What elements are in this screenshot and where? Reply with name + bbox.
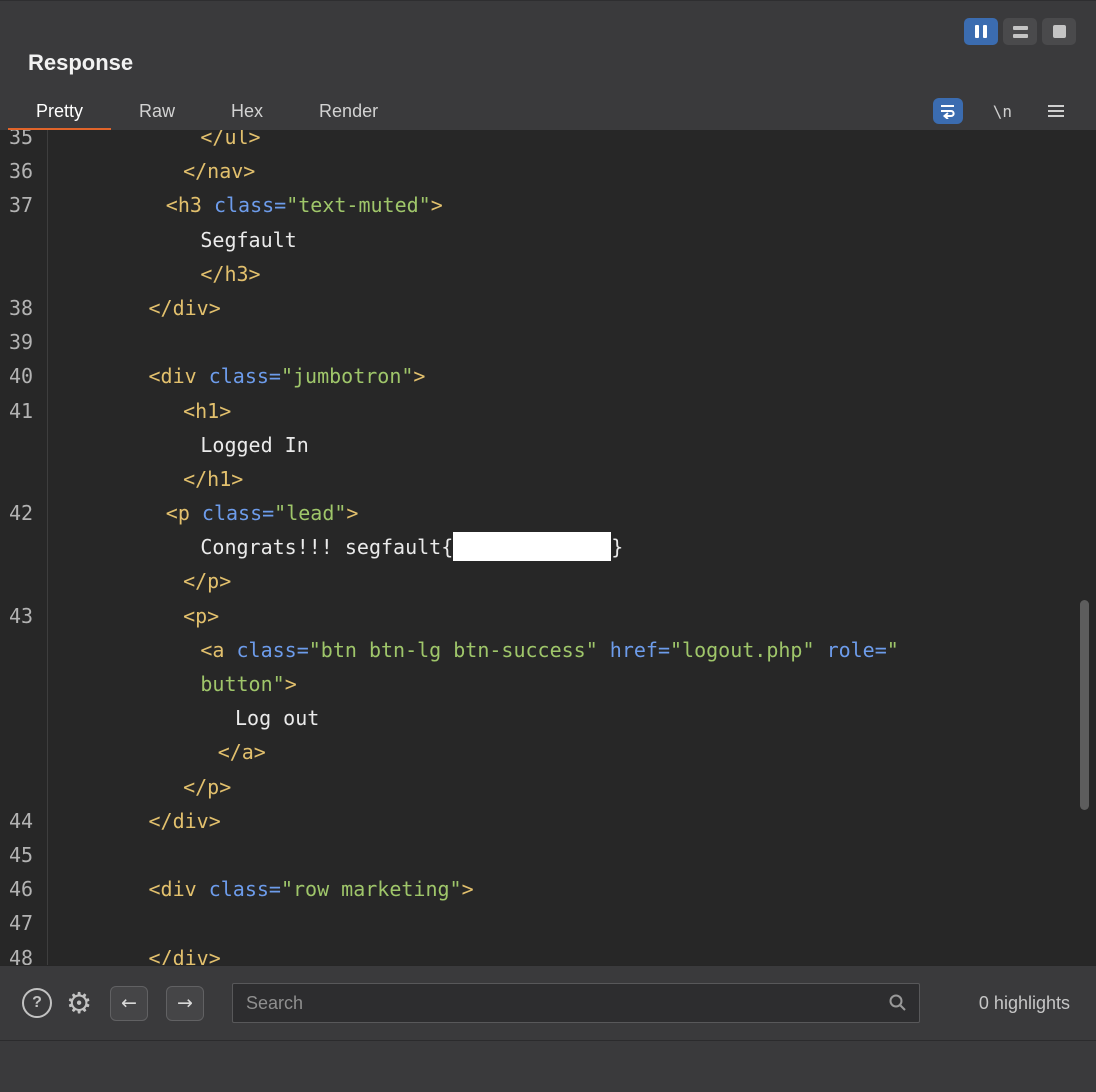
line-number [0,735,48,770]
code-line: <a class="btn btn-lg btn-success" href="… [0,632,1096,667]
help-button[interactable]: ? [22,988,52,1018]
line-number [0,530,48,565]
code-line: Congrats!!! segfault{} [0,530,1096,565]
code-line: 37 <h3 class="text-muted"> [0,188,1096,223]
line-number: 35 [0,130,48,155]
redaction-box [453,532,612,562]
code-line: 38 </div> [0,290,1096,326]
editor-menu-button[interactable] [1048,105,1064,117]
line-number [0,564,48,599]
search-toolbar: ? ⚙ ← → 0 highlights [0,965,1096,1040]
code-line: </a> [0,735,1096,770]
rows-layout-icon [1012,25,1028,38]
line-number: 47 [0,906,48,941]
code-line: Segfault [0,222,1096,257]
line-number [0,461,48,497]
line-number: 36 [0,154,48,189]
response-view-tabs: Pretty Raw Hex Render [0,91,1096,131]
search-icon [889,994,906,1011]
word-wrap-icon [940,105,955,119]
code-line: 48 </div> [0,940,1096,965]
tab-pretty[interactable]: Pretty [8,91,112,131]
code-line: </h1> [0,461,1096,497]
word-wrap-button[interactable] [932,98,963,124]
panel-title: Response [28,50,134,75]
layout-columns-button[interactable] [964,18,998,45]
bottom-strip [0,1040,1096,1092]
gear-icon: ⚙ [66,985,92,1020]
line-number: 37 [0,188,48,223]
code-line: 44 </div> [0,803,1096,838]
code-line: 41 <h1> [0,393,1096,428]
settings-button[interactable]: ⚙ [66,985,92,1020]
arrow-left-icon: ← [121,992,137,1014]
arrow-right-icon: → [177,992,193,1014]
scrollbar-thumb[interactable] [1080,600,1089,810]
line-number [0,667,48,702]
line-number: 45 [0,837,48,873]
code-line: 36 </nav> [0,154,1096,189]
columns-layout-icon [975,25,987,38]
layout-rows-button[interactable] [1003,18,1037,45]
code-line: </h3> [0,256,1096,291]
line-number: 41 [0,393,48,428]
hamburger-icon [1048,105,1064,107]
code-line: 46 <div class="row marketing"> [0,872,1096,907]
line-number: 44 [0,803,48,838]
square-layout-icon [1052,25,1066,38]
response-tab-row: Pretty Raw Hex Render \n [0,91,1096,131]
line-number [0,222,48,257]
code-line: 42 <p class="lead"> [0,496,1096,531]
line-number [0,256,48,291]
line-number: 42 [0,496,48,531]
layout-single-button[interactable] [1042,18,1076,45]
tab-hex[interactable]: Hex [203,91,291,131]
search-input[interactable] [232,983,920,1023]
search-field-wrap [232,983,920,1023]
line-number: 38 [0,290,48,326]
code-line: 40 <div class="jumbotron"> [0,359,1096,394]
help-icon: ? [32,994,42,1011]
tab-render[interactable]: Render [291,91,406,131]
tab-raw[interactable]: Raw [111,91,203,131]
code-line: button"> [0,667,1096,702]
highlights-count: 0 highlights [978,992,1070,1013]
code-line: </p> [0,769,1096,804]
burp-response-panel: Response Pretty Raw Hex Render \n 35 </u… [0,0,1096,1092]
next-match-button[interactable]: → [166,985,204,1021]
code-line: 39 [0,325,1096,360]
code-line: Log out [0,701,1096,736]
newline-toggle-button[interactable]: \n [993,102,1012,121]
line-number: 46 [0,872,48,907]
response-header: Response Pretty Raw Hex Render \n [0,0,1096,131]
code-line: 45 [0,837,1096,873]
previous-match-button[interactable]: ← [110,985,148,1021]
code-line: 43 <p> [0,598,1096,633]
line-number: 48 [0,940,48,965]
code-line: </p> [0,564,1096,599]
line-number: 43 [0,598,48,633]
line-number [0,427,48,462]
code-editor: 35 </ul> 36 </nav> 37 <h3 class="text-muted">… [0,130,1096,965]
code-rows: 35 </ul> 36 </nav> 37 <h3 class="text-muted">… [0,130,1096,965]
line-number [0,632,48,667]
layout-button-group [964,18,1076,45]
code-line: 35 </ul> [0,130,1096,155]
line-number [0,701,48,736]
line-number [0,769,48,804]
editor-tools: \n [932,97,1096,125]
code-line: Logged In [0,427,1096,462]
line-number: 39 [0,325,48,360]
code-line: 47 [0,906,1096,941]
line-number: 40 [0,359,48,394]
